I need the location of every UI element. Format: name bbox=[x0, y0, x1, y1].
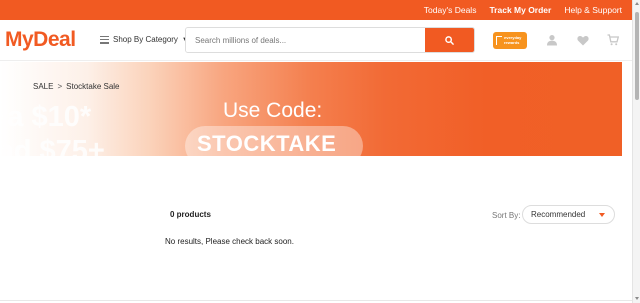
rewards-logo-icon bbox=[496, 36, 502, 45]
badge-line-2: rewards bbox=[504, 39, 520, 45]
shop-by-category-menu[interactable]: Shop By Category ▼ bbox=[100, 35, 188, 44]
sort-by-select[interactable]: Recommended bbox=[522, 205, 615, 224]
account-icon[interactable] bbox=[545, 33, 559, 47]
sort-by-label: Sort By: bbox=[492, 211, 521, 220]
promo-offer-text: ra $10* nd $75+ bbox=[0, 100, 105, 156]
product-count: 0 products bbox=[170, 210, 211, 219]
track-my-order-link[interactable]: Track My Order bbox=[489, 5, 551, 15]
breadcrumb-sale[interactable]: SALE bbox=[33, 82, 53, 91]
no-results-message: No results, Please check back soon. bbox=[165, 237, 294, 246]
promo-code-box: STOCKTAKE bbox=[185, 126, 363, 156]
divider bbox=[0, 300, 632, 301]
sort-by-value: Recommended bbox=[531, 210, 586, 219]
cart-icon[interactable] bbox=[606, 33, 620, 47]
promo-line-1: ra $10* bbox=[0, 101, 92, 133]
help-support-link[interactable]: Help & Support bbox=[564, 5, 622, 15]
everyday-rewards-badge[interactable]: everyday rewards bbox=[493, 32, 527, 49]
heart-icon[interactable] bbox=[576, 33, 590, 47]
breadcrumb: SALE > Stocktake Sale bbox=[33, 82, 120, 91]
chevron-down-icon bbox=[599, 213, 605, 217]
scrollbar-thumb[interactable] bbox=[635, 12, 639, 100]
scroll-up-arrow-icon[interactable] bbox=[635, 2, 639, 5]
todays-deals-link[interactable]: Today's Deals bbox=[424, 5, 477, 15]
site-header: MyDeal Shop By Category ▼ everyday rewar… bbox=[0, 20, 632, 61]
promo-code-text: STOCKTAKE bbox=[197, 131, 337, 156]
search-input[interactable] bbox=[186, 28, 425, 52]
breadcrumb-separator-icon: > bbox=[57, 82, 63, 91]
mydeal-logo[interactable]: MyDeal bbox=[5, 28, 76, 52]
top-utility-bar: Today's Deals Track My Order Help & Supp… bbox=[0, 0, 632, 20]
search-button[interactable] bbox=[425, 28, 474, 52]
hamburger-icon bbox=[100, 35, 109, 44]
page-scrollbar[interactable] bbox=[632, 0, 640, 303]
shop-by-category-label: Shop By Category bbox=[113, 35, 178, 44]
scroll-down-arrow-icon[interactable] bbox=[635, 297, 639, 300]
use-code-label: Use Code: bbox=[223, 99, 323, 122]
breadcrumb-current: Stocktake Sale bbox=[66, 82, 120, 91]
page: Today's Deals Track My Order Help & Supp… bbox=[0, 0, 640, 303]
search-bar bbox=[185, 27, 475, 53]
promo-line-2: nd $75+ bbox=[0, 135, 105, 156]
search-icon bbox=[445, 35, 454, 45]
